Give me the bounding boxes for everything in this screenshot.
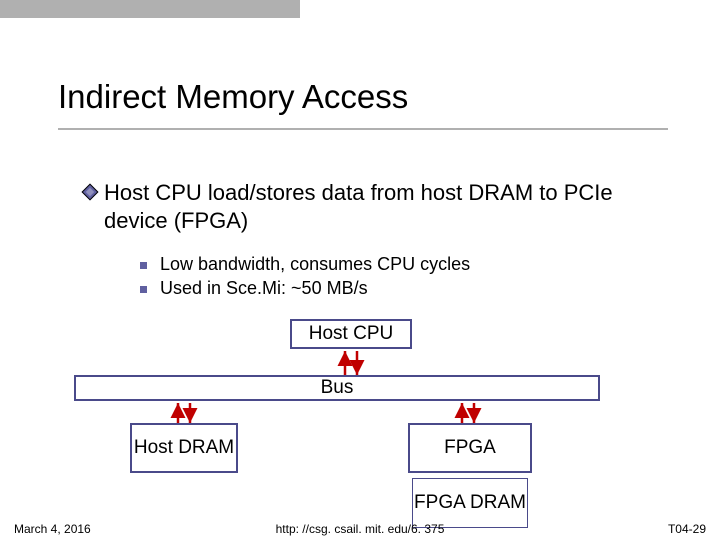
title-underline [58,128,668,130]
diagram-box-fpga-dram: FPGA DRAM [412,478,528,528]
slide-title: Indirect Memory Access [58,78,408,116]
sub-bullet-text: Low bandwidth, consumes CPU cycles [160,254,470,275]
sub-bullet-text: Used in Sce.Mi: ~50 MB/s [160,278,368,299]
diagram-box-fpga: FPGA [408,423,532,473]
main-bullet-text: Host CPU load/stores data from host DRAM… [104,179,664,234]
square-bullet-icon [140,262,147,269]
diagram-box-bus: Bus [74,375,600,401]
decorative-top-bar [0,0,300,18]
diagram-box-host-dram: Host DRAM [130,423,238,473]
footer-slide-number: T04-29 [668,522,706,536]
diamond-bullet-icon [82,184,99,201]
square-bullet-icon [140,286,147,293]
diagram-box-host-cpu: Host CPU [290,319,412,349]
footer-url: http: //csg. csail. mit. edu/6. 375 [0,522,720,536]
